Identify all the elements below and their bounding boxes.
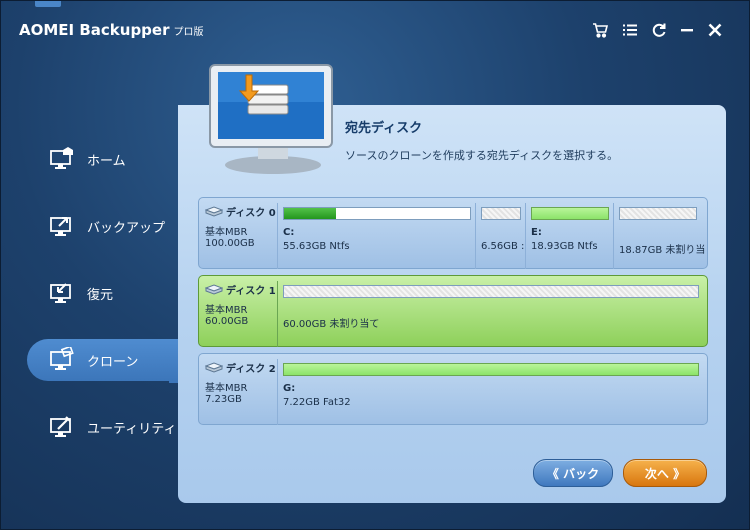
disk-icon [205, 362, 223, 373]
sidebar-item-backup[interactable]: バックアップ [27, 205, 177, 247]
app-window: AOMEI Backupper プロ版 ホーム バックアップ 復元 クローン ユ… [0, 0, 750, 530]
disk-name: ディスク 2 [226, 364, 276, 375]
disk-type: 基本MBR [205, 305, 248, 316]
cart-icon[interactable] [589, 19, 611, 41]
sidebar-item-home[interactable]: ホーム [27, 138, 177, 180]
app-edition: プロ版 [173, 27, 204, 38]
partition-unallocated[interactable]: 60.00GB 未割り当て [277, 281, 703, 347]
title-bar: AOMEI Backupper プロ版 [1, 1, 749, 59]
disk-type: 基本MBR [205, 383, 248, 394]
backup-icon [50, 217, 71, 236]
disk-size: 60.00GB [205, 316, 249, 327]
sidebar-item-restore[interactable]: 復元 [27, 272, 177, 314]
panel-heading: 宛先ディスク [345, 121, 423, 136]
refresh-icon[interactable] [648, 19, 670, 41]
disk-size: 7.23GB [205, 394, 242, 405]
partition-size: 55.63GB Ntfs [283, 241, 350, 252]
menu-list-icon[interactable] [619, 19, 641, 41]
disk-icon [205, 206, 223, 217]
home-icon [50, 147, 73, 169]
partition-unallocated[interactable]: 18.87GB 未割り当 [613, 203, 705, 269]
back-button[interactable]: 《 バック [533, 459, 613, 487]
partition-usage-bar [283, 285, 699, 298]
restore-icon [50, 283, 71, 303]
disk-row-2[interactable]: ディスク 2 基本MBR 7.23GB G: 7.22GB Fat32 [198, 353, 708, 425]
partition-unlabeled[interactable]: 6.56GB : [475, 203, 525, 269]
disk-info: ディスク 1 基本MBR 60.00GB [205, 282, 277, 327]
partition-usage-bar [283, 207, 471, 220]
disk-info: ディスク 2 基本MBR 7.23GB [205, 360, 277, 405]
monitor-disk-icon [209, 64, 333, 174]
sidebar-item-label: クローン [87, 354, 139, 370]
disk-name: ディスク 1 [226, 286, 276, 297]
app-name: AOMEI Backupper [19, 21, 170, 39]
partition-size: 60.00GB 未割り当て [283, 319, 380, 330]
disk-row-1[interactable]: ディスク 1 基本MBR 60.00GB 60.00GB 未割り当て [198, 275, 708, 347]
disk-type: 基本MBR [205, 227, 248, 238]
sidebar-item-label: 復元 [87, 287, 114, 303]
partition-g[interactable]: G: 7.22GB Fat32 [277, 359, 703, 425]
partition-c[interactable]: C: 55.63GB Ntfs [277, 203, 475, 269]
app-title: AOMEI Backupper プロ版 [19, 21, 203, 39]
minimize-icon[interactable] [676, 19, 698, 41]
disk-size: 100.00GB [205, 238, 255, 249]
partition-usage-bar [283, 363, 699, 376]
partition-e[interactable]: E: 18.93GB Ntfs [525, 203, 613, 269]
sidebar-item-label: ユーティリティ [87, 421, 177, 437]
partition-label: C: [283, 227, 295, 238]
partition-size: 7.22GB Fat32 [283, 397, 351, 408]
sidebar-item-label: バックアップ [87, 220, 166, 236]
disk-info: ディスク 0 基本MBR 100.00GB [205, 204, 277, 249]
sidebar-item-label: ホーム [87, 153, 126, 169]
partition-usage-bar [531, 207, 609, 220]
close-icon[interactable] [704, 19, 726, 41]
partition-usage-bar [481, 207, 521, 220]
partition-size: 18.93GB Ntfs [531, 241, 598, 252]
panel-description: ソースのクローンを作成する宛先ディスクを選択する。 [345, 149, 619, 162]
partition-size: 6.56GB : [481, 241, 525, 252]
disk-icon [205, 284, 223, 295]
disk-name: ディスク 0 [226, 208, 276, 219]
disk-row-0[interactable]: ディスク 0 基本MBR 100.00GB C: 55.63GB Ntfs 6.… [198, 197, 708, 269]
partition-usage-bar [619, 207, 697, 220]
usage-fill [284, 208, 337, 219]
next-button[interactable]: 次へ 》 [623, 459, 707, 487]
partition-size: 18.87GB 未割り当 [619, 245, 705, 256]
partition-label: G: [283, 383, 296, 394]
partition-label: E: [531, 227, 542, 238]
sidebar-item-clone[interactable]: クローン [27, 339, 187, 381]
clone-icon [50, 347, 74, 370]
tools-icon [50, 416, 71, 437]
sidebar-item-tools[interactable]: ユーティリティ [27, 406, 177, 448]
